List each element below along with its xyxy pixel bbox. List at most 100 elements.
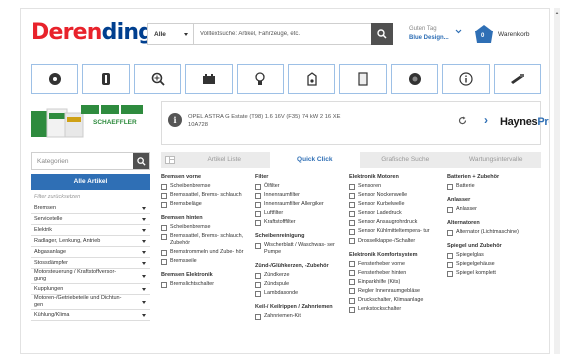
quick-click-item[interactable]: Spiegelgehäuse bbox=[447, 261, 539, 268]
quick-click-item[interactable]: Ölfilter bbox=[255, 183, 347, 190]
quick-click-item[interactable]: Sensor Ansaugrohrdruck bbox=[349, 219, 441, 226]
cart-label[interactable]: Warenkorb bbox=[498, 31, 530, 38]
checkbox[interactable] bbox=[447, 206, 453, 213]
quick-click-item[interactable]: Bremstrommeln und Zube- hör bbox=[161, 249, 253, 256]
quick-click-item[interactable]: Regler Innenraumgebläse bbox=[349, 288, 441, 295]
haynespro-logo[interactable]: HaynesPro bbox=[500, 116, 549, 128]
checkbox[interactable] bbox=[255, 313, 261, 320]
quick-click-item[interactable]: Sensor Kurbelwelle bbox=[349, 201, 441, 208]
tab-wartungsintervalle[interactable]: Wartungsintervalle bbox=[451, 152, 542, 168]
page-scrollbar[interactable] bbox=[554, 8, 560, 354]
quick-click-item[interactable]: Bremslichtschalter bbox=[161, 281, 253, 288]
category-tires[interactable] bbox=[390, 64, 439, 94]
checkbox[interactable] bbox=[161, 224, 167, 231]
checkbox[interactable] bbox=[255, 290, 261, 297]
checkbox[interactable] bbox=[447, 229, 453, 236]
sidebar-category-item[interactable]: Motorsteuerung / Kraftstoffversor- gung bbox=[31, 269, 150, 284]
quick-click-item[interactable]: Einparkhilfe (Kits) bbox=[349, 279, 441, 286]
checkbox[interactable] bbox=[255, 242, 261, 249]
chevron-down-icon[interactable] bbox=[142, 300, 146, 304]
checkbox[interactable] bbox=[349, 270, 355, 277]
checkbox[interactable] bbox=[447, 261, 453, 268]
category-brakes[interactable] bbox=[31, 64, 79, 94]
quick-click-item[interactable]: Wischerblatt / Waschwas- ser Pumpe bbox=[255, 242, 347, 255]
quick-click-item[interactable]: Alternator (Lichtmaschine) bbox=[447, 229, 539, 236]
quick-click-item[interactable]: Druckschalter, Klimaanlage bbox=[349, 297, 441, 304]
quick-click-item[interactable]: Lambdasonde bbox=[255, 290, 347, 297]
tab-artikel-liste[interactable]: Artikel Liste bbox=[179, 152, 270, 168]
quick-click-item[interactable]: Anlasser bbox=[447, 206, 539, 213]
chevron-down-icon[interactable] bbox=[142, 250, 146, 254]
sidebar-category-item[interactable]: Kupplungen bbox=[31, 284, 150, 295]
quick-click-item[interactable]: Zündkerze bbox=[255, 272, 347, 279]
quick-click-item[interactable]: Batterie bbox=[447, 183, 539, 190]
quick-click-item[interactable]: Sensor Kühlmitteltempera- tur bbox=[349, 228, 441, 235]
category-tools[interactable] bbox=[493, 64, 542, 94]
checkbox[interactable] bbox=[161, 183, 167, 190]
checkbox[interactable] bbox=[255, 219, 261, 226]
sidebar-category-item[interactable]: Servicetelle bbox=[31, 214, 150, 225]
quick-click-item[interactable]: Drosselklappe-/Schalter bbox=[349, 238, 441, 245]
quick-click-item[interactable]: Scheibenbremse bbox=[161, 183, 253, 190]
sidebar-category-item[interactable]: Abgasanlage bbox=[31, 247, 150, 258]
chevron-down-icon[interactable] bbox=[142, 274, 146, 278]
quick-click-item[interactable]: Lenkstockschalter bbox=[349, 306, 441, 313]
checkbox[interactable] bbox=[349, 288, 355, 295]
checkbox[interactable] bbox=[349, 306, 355, 313]
vehicle-info-icon[interactable]: i bbox=[168, 113, 182, 127]
chevron-down-icon[interactable] bbox=[142, 228, 146, 232]
quick-click-item[interactable]: Sensor Nockenwelle bbox=[349, 192, 441, 199]
checkbox[interactable] bbox=[447, 252, 453, 259]
checkbox[interactable] bbox=[255, 192, 261, 199]
checkbox[interactable] bbox=[349, 297, 355, 304]
tab-quick-click[interactable]: Quick Click bbox=[269, 152, 360, 168]
quick-click-item[interactable]: Innenraumfilter Allergiker bbox=[255, 201, 347, 208]
checkbox[interactable] bbox=[255, 210, 261, 217]
cart-button[interactable]: 0 bbox=[473, 23, 495, 45]
quick-click-item[interactable]: Spiegelglas bbox=[447, 252, 539, 259]
checkbox[interactable] bbox=[255, 272, 261, 279]
category-filters[interactable] bbox=[339, 64, 387, 94]
sidebar-category-item[interactable]: Radlager, Lenkung, Antrieb bbox=[31, 236, 150, 247]
chevron-down-icon[interactable] bbox=[142, 313, 146, 317]
all-articles-button[interactable]: Alle Artikel bbox=[31, 174, 150, 190]
quick-click-item[interactable]: Kraftstofffilter bbox=[255, 219, 347, 226]
checkbox[interactable] bbox=[349, 210, 355, 217]
checkbox[interactable] bbox=[349, 201, 355, 208]
refresh-icon[interactable] bbox=[458, 116, 467, 125]
checkbox[interactable] bbox=[349, 261, 355, 268]
schaeffler-banner[interactable]: SCHAEFFLER bbox=[31, 101, 149, 145]
quick-click-item[interactable]: Bremsbeläge bbox=[161, 201, 253, 208]
chevron-down-icon[interactable] bbox=[142, 217, 146, 221]
tab-grafische-suche[interactable]: Grafische Suche bbox=[360, 152, 451, 168]
sidebar-category-item[interactable]: Motoren-/Getriebeteile und Dichtun- gen bbox=[31, 295, 150, 310]
quick-click-item[interactable]: Spiegel komplett bbox=[447, 270, 539, 277]
category-lighting[interactable] bbox=[236, 64, 285, 94]
checkbox[interactable] bbox=[349, 279, 355, 286]
chevron-right-icon[interactable]: › bbox=[484, 113, 488, 127]
checkbox[interactable] bbox=[349, 183, 355, 190]
chevron-down-icon[interactable] bbox=[142, 261, 146, 265]
checkbox[interactable] bbox=[161, 201, 167, 208]
checkbox[interactable] bbox=[161, 233, 167, 240]
checkbox[interactable] bbox=[255, 281, 261, 288]
sidebar-category-item[interactable]: Elektrik bbox=[31, 225, 150, 236]
category-search-input[interactable] bbox=[32, 153, 133, 169]
checkbox[interactable] bbox=[349, 192, 355, 199]
chevron-down-icon[interactable] bbox=[142, 239, 146, 243]
quick-click-item[interactable]: Fensterheber hinten bbox=[349, 270, 441, 277]
grid-view-icon[interactable] bbox=[161, 152, 179, 168]
checkbox[interactable] bbox=[161, 281, 167, 288]
quick-click-item[interactable]: Luftfilter bbox=[255, 210, 347, 217]
category-batteries[interactable] bbox=[185, 64, 233, 94]
checkbox[interactable] bbox=[161, 192, 167, 199]
user-greeting[interactable]: Guten Tag Blue Design... bbox=[409, 25, 449, 43]
chevron-down-icon[interactable] bbox=[142, 206, 146, 210]
quick-click-item[interactable]: Bremssattel, Brems- schlauch, Zubehör bbox=[161, 233, 253, 246]
category-parts-search[interactable] bbox=[133, 64, 182, 94]
search-button[interactable] bbox=[371, 23, 393, 45]
quick-click-item[interactable]: Zahnriemen-Kit bbox=[255, 313, 347, 320]
checkbox[interactable] bbox=[255, 183, 261, 190]
sidebar-category-item[interactable]: Bremsen bbox=[31, 203, 150, 214]
category-oils[interactable] bbox=[288, 64, 336, 94]
